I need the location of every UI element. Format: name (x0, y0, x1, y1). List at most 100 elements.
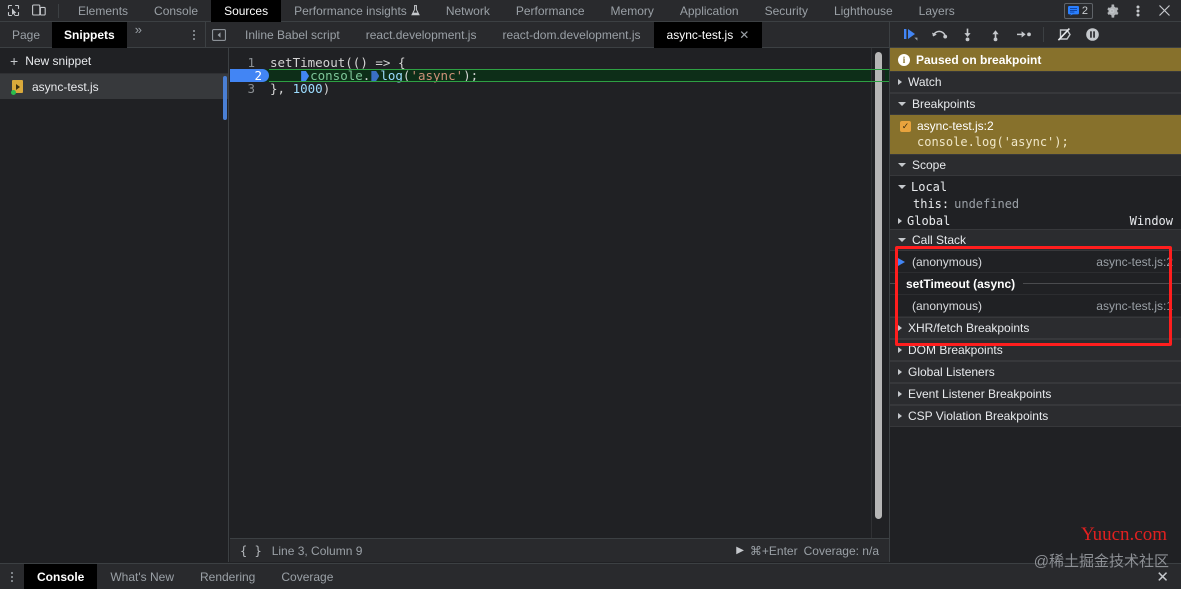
section-call-stack[interactable]: Call Stack (890, 229, 1181, 251)
step-button[interactable] (1010, 23, 1036, 47)
variable-key: this: (913, 196, 950, 211)
message-count-badge[interactable]: 2 (1063, 2, 1093, 19)
execution-line-gutter-marker: 2 (230, 68, 269, 83)
drawer-tab-coverage[interactable]: Coverage (268, 564, 346, 589)
chevron-down-icon (898, 163, 906, 167)
tab-application[interactable]: Application (667, 0, 752, 22)
tab-network[interactable]: Network (433, 0, 503, 22)
scope-variable-this[interactable]: this: undefined (890, 195, 1181, 212)
step-into-button[interactable] (954, 23, 980, 47)
tab-elements[interactable]: Elements (65, 0, 141, 22)
drawer-tab-bar: Console What's New Rendering Coverage ✕ (0, 563, 1181, 589)
call-stack-async-separator: setTimeout (async) (890, 273, 1181, 295)
section-scope[interactable]: Scope (890, 154, 1181, 176)
editor-tab-inline-babel-script[interactable]: Inline Babel script (232, 22, 353, 48)
paused-banner: i Paused on breakpoint (890, 48, 1181, 71)
step-out-icon (991, 30, 999, 42)
navigator-tab-page[interactable]: Page (0, 22, 52, 48)
chevron-right-icon (898, 325, 902, 331)
frame-name: (anonymous) (912, 298, 983, 313)
tab-lighthouse[interactable]: Lighthouse (821, 0, 906, 22)
tab-performance[interactable]: Performance (503, 0, 598, 22)
navigator-scrollbar[interactable] (223, 76, 227, 120)
section-global-listeners[interactable]: Global Listeners (890, 361, 1181, 383)
gear-icon[interactable] (1099, 0, 1125, 22)
inline-breakpoint-marker-icon[interactable] (371, 71, 380, 81)
inspect-cursor-icon[interactable] (0, 0, 26, 22)
frame-name: (anonymous) (912, 254, 983, 269)
line-number: 3 (247, 81, 255, 96)
debugger-sidebar: i Paused on breakpoint Watch Breakpoints… (889, 48, 1181, 562)
close-icon[interactable]: ✕ (1156, 568, 1181, 586)
editor-scrollbar-thumb[interactable] (875, 52, 882, 519)
step-out-button[interactable] (982, 23, 1008, 47)
scope-group-local[interactable]: Local (890, 178, 1181, 195)
section-label: CSP Violation Breakpoints (908, 409, 1049, 423)
tab-sources[interactable]: Sources (211, 0, 282, 22)
section-dom-breakpoints[interactable]: DOM Breakpoints (890, 339, 1181, 361)
call-stack-frame-current[interactable]: (anonymous) async-test.js:2 (890, 251, 1181, 273)
section-watch[interactable]: Watch (890, 71, 1181, 93)
section-event-listener-breakpoints[interactable]: Event Listener Breakpoints (890, 383, 1181, 405)
section-label: Breakpoints (912, 97, 976, 111)
pretty-print-icon[interactable]: { } (230, 544, 272, 558)
scope-group-global[interactable]: Global Window (890, 212, 1181, 229)
javascript-file-icon (11, 80, 24, 95)
tab-memory[interactable]: Memory (598, 0, 667, 22)
breakpoint-checkbox[interactable]: ✓ (900, 120, 911, 132)
cursor-position: Line 3, Column 9 (271, 543, 363, 558)
section-xhr-breakpoints[interactable]: XHR/fetch Breakpoints (890, 317, 1181, 339)
run-snippet-icon[interactable]: ▶ (736, 545, 744, 556)
section-csp-violation-breakpoints[interactable]: CSP Violation Breakpoints (890, 405, 1181, 427)
current-frame-arrow-icon (890, 257, 912, 266)
navigator-tab-snippets[interactable]: Snippets (52, 21, 127, 48)
navigator-more-options-icon[interactable] (183, 22, 205, 48)
close-icon[interactable]: ✕ (739, 29, 749, 41)
close-icon[interactable] (1151, 0, 1177, 22)
section-label: XHR/fetch Breakpoints (908, 321, 1030, 335)
device-toolbar-icon[interactable] (26, 0, 52, 22)
snippet-item-async-test[interactable]: async-test.js (0, 74, 228, 99)
editor-tab-async-test[interactable]: async-test.js ✕ (653, 21, 763, 48)
chevron-right-icon (898, 369, 902, 375)
new-snippet-button[interactable]: + New snippet (0, 48, 228, 74)
navigator-tabs: Page Snippets » (0, 21, 205, 48)
frame-location: async-test.js:2 (1096, 254, 1173, 269)
breakpoint-location: async-test.js:2 (917, 119, 994, 133)
drawer-tab-rendering[interactable]: Rendering (187, 564, 268, 589)
section-label: DOM Breakpoints (908, 343, 1003, 357)
tab-security[interactable]: Security (752, 0, 821, 22)
tab-performance-insights[interactable]: Performance insights (281, 0, 433, 22)
devtools-main-toolbar: Elements Console Sources Performance ins… (0, 0, 1181, 22)
navigator-overflow-button[interactable]: » (127, 22, 150, 48)
editor-tab-react-development[interactable]: react.development.js (353, 22, 490, 48)
chevron-right-icon (898, 217, 902, 224)
resume-script-button[interactable] (898, 23, 924, 47)
call-stack-frame-caller[interactable]: (anonymous) async-test.js:1 (890, 295, 1181, 317)
editor-tab-react-dom-development[interactable]: react-dom.development.js (489, 22, 653, 48)
pause-on-exceptions-button[interactable] (1079, 23, 1105, 47)
resume-icon (904, 29, 918, 41)
editor-status-bar: { } Line 3, Column 9 ▶ ⌘+Enter Coverage:… (230, 538, 889, 562)
step-over-button[interactable] (926, 23, 952, 47)
tab-console[interactable]: Console (141, 0, 211, 22)
breakpoint-marker-icon[interactable] (301, 71, 310, 81)
code-content: 1 setTimeout(() => { 2 console.log('asyn… (230, 48, 889, 95)
code-editor[interactable]: 1 setTimeout(() => { 2 console.log('asyn… (230, 48, 889, 538)
tab-layers[interactable]: Layers (906, 0, 968, 22)
deactivate-breakpoints-icon (1057, 28, 1071, 41)
toolbar-right-actions: 2 (1063, 0, 1181, 22)
deactivate-breakpoints-button[interactable] (1051, 23, 1077, 47)
toolbar-divider (58, 3, 59, 18)
breakpoint-entry[interactable]: ✓ async-test.js:2 console.log('async'); (890, 115, 1181, 154)
drawer-tab-whats-new[interactable]: What's New (97, 564, 187, 589)
coverage-status: Coverage: n/a (803, 543, 879, 558)
drawer-more-options-icon[interactable] (0, 564, 24, 589)
paused-banner-text: Paused on breakpoint (916, 52, 1042, 67)
section-label: Scope (912, 158, 947, 172)
drawer-tab-console[interactable]: Console (24, 563, 98, 589)
show-navigator-icon[interactable] (206, 22, 232, 48)
chevron-down-icon (898, 102, 906, 106)
section-breakpoints[interactable]: Breakpoints (890, 93, 1181, 115)
kebab-icon[interactable] (1125, 0, 1151, 22)
